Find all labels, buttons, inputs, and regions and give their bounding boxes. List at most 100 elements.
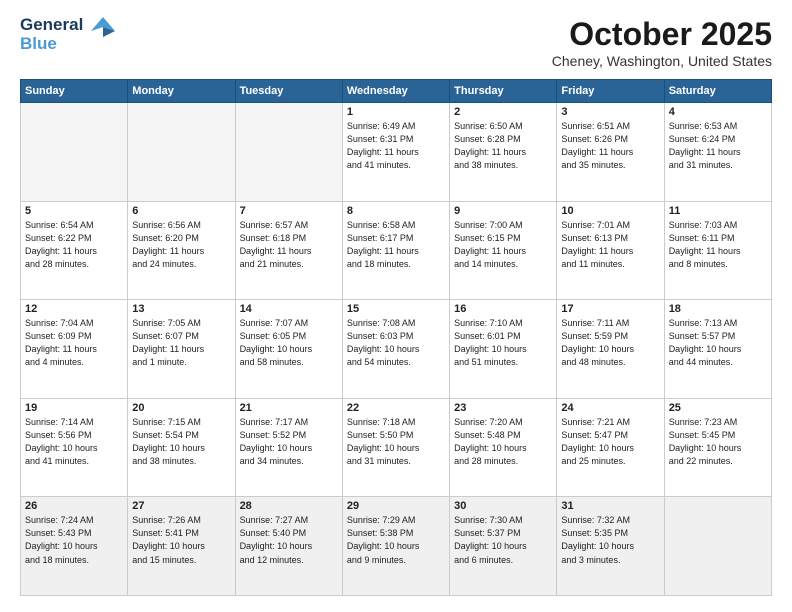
cell-content: Sunrise: 7:24 AM Sunset: 5:43 PM Dayligh… bbox=[25, 514, 123, 566]
col-tuesday: Tuesday bbox=[235, 80, 342, 103]
col-thursday: Thursday bbox=[450, 80, 557, 103]
table-row: 26 Sunrise: 7:24 AM Sunset: 5:43 PM Dayli… bbox=[21, 497, 128, 596]
day-number: 28 bbox=[240, 500, 338, 512]
day-number: 4 bbox=[669, 106, 767, 118]
page: General Blue October 2025 Cheney, Washin… bbox=[0, 0, 792, 612]
table-row: 11 Sunrise: 7:03 AM Sunset: 6:11 PM Dayli… bbox=[664, 201, 771, 300]
table-row: 2Sunrise: 6:50 AM Sunset: 6:28 PM Daylig… bbox=[450, 103, 557, 202]
table-row: 8 Sunrise: 6:58 AM Sunset: 6:17 PM Daylig… bbox=[342, 201, 449, 300]
day-number: 19 bbox=[25, 402, 123, 414]
day-number: 10 bbox=[561, 205, 659, 217]
table-row bbox=[128, 103, 235, 202]
logo: General Blue bbox=[20, 16, 117, 53]
cell-content: Sunrise: 6:49 AM Sunset: 6:31 PM Dayligh… bbox=[347, 120, 445, 172]
logo-blue: Blue bbox=[20, 35, 83, 54]
day-number: 1 bbox=[347, 106, 445, 118]
table-row bbox=[235, 103, 342, 202]
table-row: 30 Sunrise: 7:30 AM Sunset: 5:37 PM Dayli… bbox=[450, 497, 557, 596]
table-row: 29 Sunrise: 7:29 AM Sunset: 5:38 PM Dayli… bbox=[342, 497, 449, 596]
cell-content: Sunrise: 7:08 AM Sunset: 6:03 PM Dayligh… bbox=[347, 317, 445, 369]
day-number: 25 bbox=[669, 402, 767, 414]
table-row: 16 Sunrise: 7:10 AM Sunset: 6:01 PM Dayli… bbox=[450, 300, 557, 399]
day-number: 7 bbox=[240, 205, 338, 217]
cell-content: Sunrise: 7:00 AM Sunset: 6:15 PM Dayligh… bbox=[454, 219, 552, 271]
table-row: 13Sunrise: 7:05 AM Sunset: 6:07 PM Dayli… bbox=[128, 300, 235, 399]
table-row: 21 Sunrise: 7:17 AM Sunset: 5:52 PM Dayli… bbox=[235, 398, 342, 497]
cell-content: Sunrise: 6:54 AM Sunset: 6:22 PM Dayligh… bbox=[25, 219, 123, 271]
calendar-week-row: 5 Sunrise: 6:54 AM Sunset: 6:22 PM Daylig… bbox=[21, 201, 772, 300]
table-row: 7Sunrise: 6:57 AM Sunset: 6:18 PM Daylig… bbox=[235, 201, 342, 300]
cell-content: Sunrise: 7:03 AM Sunset: 6:11 PM Dayligh… bbox=[669, 219, 767, 271]
location-subtitle: Cheney, Washington, United States bbox=[552, 53, 772, 69]
col-wednesday: Wednesday bbox=[342, 80, 449, 103]
logo-bird-icon bbox=[89, 15, 117, 52]
cell-content: Sunrise: 7:17 AM Sunset: 5:52 PM Dayligh… bbox=[240, 416, 338, 468]
day-number: 21 bbox=[240, 402, 338, 414]
cell-content: Sunrise: 7:20 AM Sunset: 5:48 PM Dayligh… bbox=[454, 416, 552, 468]
table-row: 23 Sunrise: 7:20 AM Sunset: 5:48 PM Dayli… bbox=[450, 398, 557, 497]
day-number: 12 bbox=[25, 303, 123, 315]
table-row: 5 Sunrise: 6:54 AM Sunset: 6:22 PM Daylig… bbox=[21, 201, 128, 300]
day-number: 30 bbox=[454, 500, 552, 512]
table-row: 31Sunrise: 7:32 AM Sunset: 5:35 PM Dayli… bbox=[557, 497, 664, 596]
day-number: 8 bbox=[347, 205, 445, 217]
cell-content: Sunrise: 7:07 AM Sunset: 6:05 PM Dayligh… bbox=[240, 317, 338, 369]
col-friday: Friday bbox=[557, 80, 664, 103]
calendar-table: Sunday Monday Tuesday Wednesday Thursday… bbox=[20, 79, 772, 596]
day-number: 3 bbox=[561, 106, 659, 118]
cell-content: Sunrise: 7:04 AM Sunset: 6:09 PM Dayligh… bbox=[25, 317, 123, 369]
cell-content: Sunrise: 7:29 AM Sunset: 5:38 PM Dayligh… bbox=[347, 514, 445, 566]
cell-content: Sunrise: 7:11 AM Sunset: 5:59 PM Dayligh… bbox=[561, 317, 659, 369]
cell-content: Sunrise: 6:51 AM Sunset: 6:26 PM Dayligh… bbox=[561, 120, 659, 172]
table-row: 3 Sunrise: 6:51 AM Sunset: 6:26 PM Daylig… bbox=[557, 103, 664, 202]
table-row: 24 Sunrise: 7:21 AM Sunset: 5:47 PM Dayli… bbox=[557, 398, 664, 497]
month-title: October 2025 bbox=[552, 16, 772, 53]
cell-content: Sunrise: 7:21 AM Sunset: 5:47 PM Dayligh… bbox=[561, 416, 659, 468]
cell-content: Sunrise: 7:30 AM Sunset: 5:37 PM Dayligh… bbox=[454, 514, 552, 566]
table-row: 22 Sunrise: 7:18 AM Sunset: 5:50 PM Dayli… bbox=[342, 398, 449, 497]
cell-content: Sunrise: 7:26 AM Sunset: 5:41 PM Dayligh… bbox=[132, 514, 230, 566]
day-number: 27 bbox=[132, 500, 230, 512]
table-row: 14 Sunrise: 7:07 AM Sunset: 6:05 PM Dayli… bbox=[235, 300, 342, 399]
table-row: 1 Sunrise: 6:49 AM Sunset: 6:31 PM Daylig… bbox=[342, 103, 449, 202]
day-number: 16 bbox=[454, 303, 552, 315]
day-number: 24 bbox=[561, 402, 659, 414]
cell-content: Sunrise: 7:32 AM Sunset: 5:35 PM Dayligh… bbox=[561, 514, 659, 566]
calendar-week-row: 12 Sunrise: 7:04 AM Sunset: 6:09 PM Dayli… bbox=[21, 300, 772, 399]
day-number: 9 bbox=[454, 205, 552, 217]
cell-content: Sunrise: 7:10 AM Sunset: 6:01 PM Dayligh… bbox=[454, 317, 552, 369]
cell-content: Sunrise: 7:13 AM Sunset: 5:57 PM Dayligh… bbox=[669, 317, 767, 369]
day-number: 17 bbox=[561, 303, 659, 315]
table-row: 4Sunrise: 6:53 AM Sunset: 6:24 PM Daylig… bbox=[664, 103, 771, 202]
table-row bbox=[664, 497, 771, 596]
cell-content: Sunrise: 7:23 AM Sunset: 5:45 PM Dayligh… bbox=[669, 416, 767, 468]
day-number: 5 bbox=[25, 205, 123, 217]
col-saturday: Saturday bbox=[664, 80, 771, 103]
cell-content: Sunrise: 6:50 AM Sunset: 6:28 PM Dayligh… bbox=[454, 120, 552, 172]
table-row: 15Sunrise: 7:08 AM Sunset: 6:03 PM Dayli… bbox=[342, 300, 449, 399]
cell-content: Sunrise: 6:58 AM Sunset: 6:17 PM Dayligh… bbox=[347, 219, 445, 271]
day-number: 6 bbox=[132, 205, 230, 217]
calendar-week-row: 19 Sunrise: 7:14 AM Sunset: 5:56 PM Dayli… bbox=[21, 398, 772, 497]
col-sunday: Sunday bbox=[21, 80, 128, 103]
cell-content: Sunrise: 7:15 AM Sunset: 5:54 PM Dayligh… bbox=[132, 416, 230, 468]
table-row: 18Sunrise: 7:13 AM Sunset: 5:57 PM Dayli… bbox=[664, 300, 771, 399]
table-row: 20 Sunrise: 7:15 AM Sunset: 5:54 PM Dayli… bbox=[128, 398, 235, 497]
cell-content: Sunrise: 7:18 AM Sunset: 5:50 PM Dayligh… bbox=[347, 416, 445, 468]
day-number: 11 bbox=[669, 205, 767, 217]
table-row: 10 Sunrise: 7:01 AM Sunset: 6:13 PM Dayli… bbox=[557, 201, 664, 300]
title-block: October 2025 Cheney, Washington, United … bbox=[552, 16, 772, 69]
day-number: 26 bbox=[25, 500, 123, 512]
day-number: 22 bbox=[347, 402, 445, 414]
day-number: 23 bbox=[454, 402, 552, 414]
day-number: 29 bbox=[347, 500, 445, 512]
calendar-week-row: 26 Sunrise: 7:24 AM Sunset: 5:43 PM Dayli… bbox=[21, 497, 772, 596]
day-number: 14 bbox=[240, 303, 338, 315]
day-number: 20 bbox=[132, 402, 230, 414]
header: General Blue October 2025 Cheney, Washin… bbox=[20, 16, 772, 69]
table-row: 12 Sunrise: 7:04 AM Sunset: 6:09 PM Dayli… bbox=[21, 300, 128, 399]
table-row: 19 Sunrise: 7:14 AM Sunset: 5:56 PM Dayli… bbox=[21, 398, 128, 497]
cell-content: Sunrise: 7:01 AM Sunset: 6:13 PM Dayligh… bbox=[561, 219, 659, 271]
cell-content: Sunrise: 7:14 AM Sunset: 5:56 PM Dayligh… bbox=[25, 416, 123, 468]
table-row: 9 Sunrise: 7:00 AM Sunset: 6:15 PM Daylig… bbox=[450, 201, 557, 300]
